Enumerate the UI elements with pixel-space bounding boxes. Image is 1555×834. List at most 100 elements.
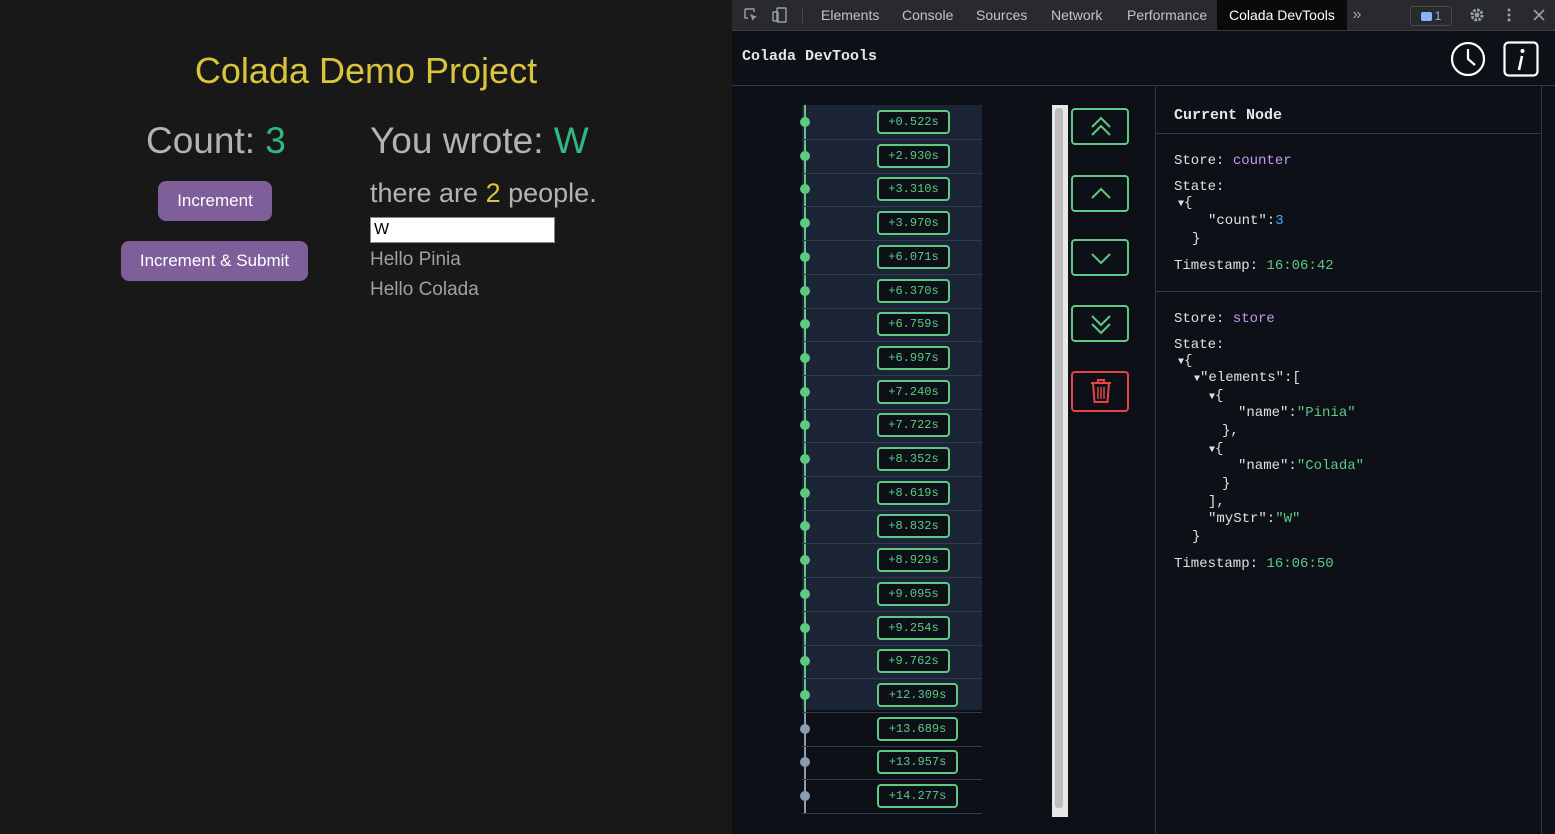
timeline-time-label[interactable]: +13.689s	[877, 716, 958, 741]
timeline-node-dot[interactable]	[800, 150, 810, 161]
array-item-close: },	[1222, 423, 1239, 439]
timeline-time-label[interactable]: +3.970s	[877, 211, 950, 236]
timeline-area: +0.522s +2.930s +3.310s +3.970s +6.071s +6.37…	[732, 86, 1155, 834]
expand-triangle-icon[interactable]: ▼	[1194, 374, 1200, 385]
name-colada-value: "Colada"	[1296, 458, 1365, 474]
current-node-panel: Current Node Store: counter State: ▼{ "c…	[1156, 86, 1541, 834]
people-suffix: people.	[500, 178, 597, 208]
timeline-node-dot[interactable]	[800, 352, 810, 363]
people-count: 2	[485, 178, 501, 208]
divider	[1156, 291, 1541, 292]
state-tree-close: }	[1192, 231, 1201, 247]
timeline-time-label[interactable]: +9.762s	[877, 649, 950, 674]
count-value: 3	[265, 120, 286, 161]
tab-sources[interactable]: Sources	[976, 0, 1027, 30]
clock-icon[interactable]	[1450, 41, 1486, 77]
timeline-node-dot[interactable]	[800, 117, 810, 127]
elements-key: ▼"elements":[	[1194, 370, 1301, 386]
timeline-time-label[interactable]: +13.957s	[877, 750, 958, 775]
inspect-element-icon[interactable]	[743, 7, 759, 23]
close-devtools-icon[interactable]	[1531, 7, 1547, 23]
timeline-node-dot[interactable]	[800, 285, 810, 296]
device-toolbar-icon[interactable]	[772, 7, 788, 23]
timeline-time-label[interactable]: +6.759s	[877, 312, 950, 337]
timeline-time-label[interactable]: +2.930s	[877, 143, 950, 168]
tab-console[interactable]: Console	[902, 0, 953, 30]
devtools-tabbar: Elements Console Sources Network Perform…	[732, 0, 1555, 31]
timeline-time-label[interactable]: +9.095s	[877, 581, 950, 606]
timeline-node-dot[interactable]	[800, 689, 810, 700]
app-viewport: Colada Demo Project Count: 3 Increment I…	[0, 0, 732, 834]
increment-submit-button[interactable]: Increment & Submit	[121, 241, 308, 281]
timestamp-label: Timestamp:	[1174, 258, 1267, 274]
info-icon[interactable]	[1503, 41, 1539, 77]
toolbar-separator	[802, 7, 803, 23]
timeline-node-dot[interactable]	[800, 723, 810, 734]
state-tree-close: }	[1192, 529, 1201, 545]
timeline-time-label[interactable]: +12.309s	[877, 682, 958, 707]
name-item: Hello Colada	[370, 279, 479, 300]
timeline-scroll-thumb[interactable]	[1055, 108, 1063, 808]
timeline-time-label[interactable]: +7.240s	[877, 379, 950, 404]
timeline-node-dot[interactable]	[800, 791, 810, 801]
tab-colada-devtools[interactable]: Colada DevTools	[1217, 0, 1347, 30]
colada-title: Colada DevTools	[742, 48, 878, 65]
array-item-open: ▼{	[1209, 388, 1224, 404]
timeline-node-dot[interactable]	[800, 487, 810, 498]
timestamp-value: 16:06:50	[1266, 556, 1334, 572]
timeline-time-label[interactable]: +0.522s	[877, 110, 950, 134]
tab-performance[interactable]: Performance	[1127, 0, 1207, 30]
timeline-time-label[interactable]: +9.254s	[877, 615, 950, 640]
timeline-node-dot[interactable]	[800, 454, 810, 464]
expand-triangle-icon[interactable]: ▼	[1209, 445, 1215, 456]
name-pinia-value: "Pinia"	[1296, 405, 1356, 421]
settings-gear-icon[interactable]	[1469, 7, 1485, 23]
clear-history-button[interactable]	[1071, 371, 1129, 412]
issues-count: 1	[1434, 9, 1442, 23]
timeline-node-dot[interactable]	[800, 386, 810, 397]
double-chevron-up-icon	[1091, 116, 1111, 136]
expand-triangle-icon[interactable]: ▼	[1178, 357, 1184, 368]
timeline-time-label[interactable]: +6.370s	[877, 278, 950, 303]
timeline-time-label[interactable]: +6.071s	[877, 244, 950, 269]
timeline-time-label[interactable]: +8.619s	[877, 480, 950, 505]
current-node-heading: Current Node	[1174, 107, 1283, 124]
kebab-menu-icon[interactable]	[1501, 7, 1517, 23]
tab-network[interactable]: Network	[1051, 0, 1102, 30]
state-tree: ▼{	[1178, 195, 1193, 211]
store1-label: Store: counter	[1174, 153, 1292, 169]
state-label: State:	[1174, 179, 1225, 195]
timeline-node-dot[interactable]	[800, 251, 810, 262]
timeline-time-label[interactable]: +7.722s	[877, 413, 950, 438]
timeline-time-label[interactable]: +14.277s	[877, 784, 958, 808]
timeline-time-label[interactable]: +8.352s	[877, 447, 950, 471]
timestamp-value: 16:06:42	[1266, 258, 1334, 274]
jump-to-last-button[interactable]	[1071, 305, 1129, 342]
state-count-entry: "count":3	[1208, 213, 1284, 229]
timeline-time-label[interactable]: +3.310s	[877, 177, 950, 202]
trash-icon	[1091, 379, 1111, 403]
step-back-button[interactable]	[1071, 175, 1129, 212]
timeline-time-label[interactable]: +8.832s	[877, 514, 950, 539]
timeline-time-label[interactable]: +8.929s	[877, 548, 950, 573]
store1-name: counter	[1232, 153, 1292, 169]
you-wrote-label: You wrote:	[370, 120, 554, 161]
name-pinia-entry: "name":"Pinia"	[1238, 405, 1356, 421]
page-title: Colada Demo Project	[194, 50, 538, 91]
jump-to-first-button[interactable]	[1071, 108, 1129, 145]
array-item-close: }	[1222, 476, 1231, 492]
expand-triangle-icon[interactable]: ▼	[1209, 392, 1215, 403]
timeline-node-dot[interactable]	[800, 588, 810, 599]
double-chevron-down-icon	[1091, 315, 1111, 335]
increment-button[interactable]: Increment	[158, 181, 272, 221]
issues-badge[interactable]: 1	[1410, 6, 1452, 26]
more-tabs-icon[interactable]: »	[1349, 7, 1365, 23]
chevron-up-icon	[1091, 187, 1111, 199]
tab-elements[interactable]: Elements	[821, 0, 879, 30]
timeline-time-label[interactable]: +6.997s	[877, 345, 950, 370]
name-colada-entry: "name":"Colada"	[1238, 458, 1365, 474]
text-input[interactable]: W	[370, 217, 555, 243]
timeline-node-dot[interactable]	[800, 622, 810, 633]
people-count-text: there are 2 people.	[370, 178, 597, 209]
step-forward-button[interactable]	[1071, 239, 1129, 276]
